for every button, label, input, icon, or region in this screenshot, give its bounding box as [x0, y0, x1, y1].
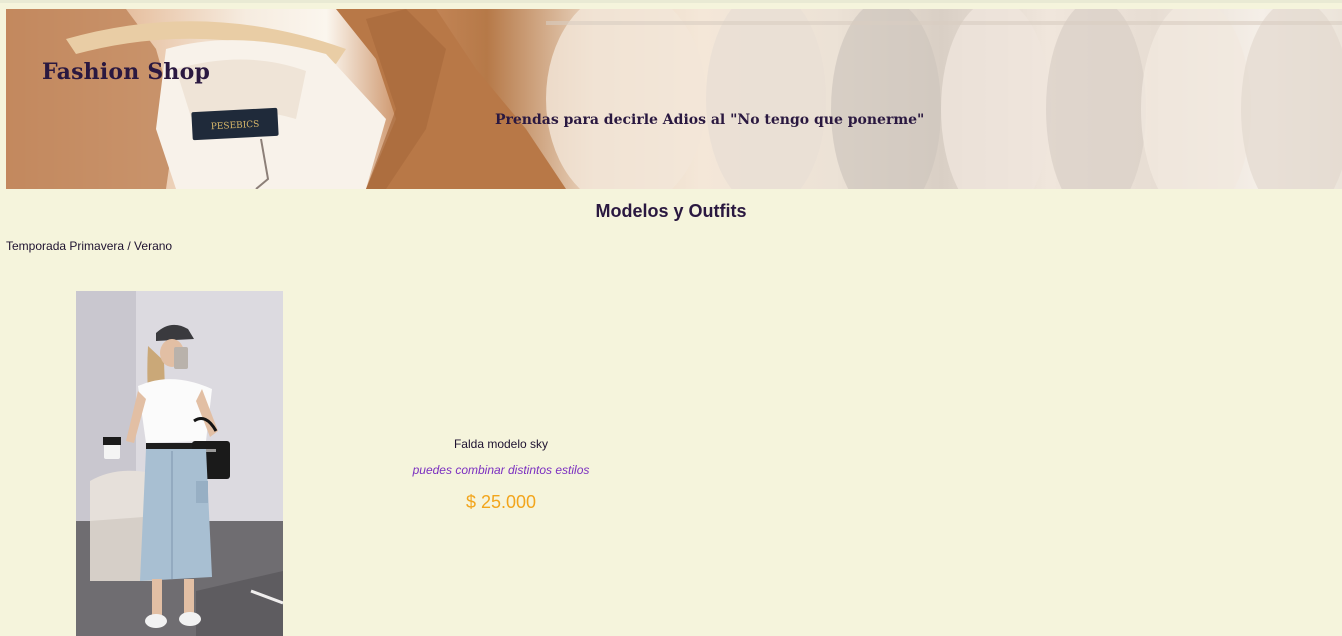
- site-title: Fashion Shop: [42, 59, 211, 85]
- clothing-rack-photo: PESEBICS: [6, 9, 1342, 189]
- product-price: $ 25.000: [465, 492, 537, 512]
- season-label: Temporada Primavera / Verano: [6, 239, 173, 253]
- site-tagline: Prendas para decirle Adios al "No tengo …: [495, 112, 925, 128]
- product-card: Falda modelo sky puedes combinar distint…: [380, 432, 622, 513]
- product-image[interactable]: [76, 291, 283, 636]
- product-description: puedes combinar distintos estilos: [412, 463, 590, 477]
- hero-banner: PESEBICS Fashion Shop Prendas para decir…: [6, 9, 1342, 189]
- woman-denim-skirt-photo: [76, 291, 283, 636]
- product-name: Falda modelo sky: [453, 437, 549, 451]
- section-title: Modelos y Outfits: [595, 201, 747, 221]
- top-strip: [0, 0, 1342, 3]
- page: PESEBICS Fashion Shop Prendas para decir…: [0, 0, 1342, 636]
